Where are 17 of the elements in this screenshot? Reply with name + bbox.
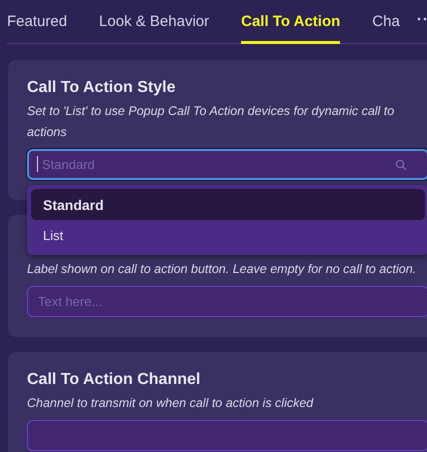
text-cursor xyxy=(37,156,38,172)
text-field[interactable] xyxy=(27,420,427,451)
search-field[interactable]: Standard xyxy=(27,149,427,180)
more-icon[interactable] xyxy=(417,17,427,21)
tab[interactable]: Look & Behavior xyxy=(99,0,210,43)
tab[interactable]: Featured xyxy=(7,0,68,43)
tab[interactable]: Call To Action xyxy=(241,0,340,43)
text-field[interactable]: Text here... xyxy=(27,286,427,317)
setting-description: Channel to transmit on when call to action is clicked xyxy=(27,395,314,412)
tab[interactable]: Cha xyxy=(372,0,400,43)
dropdown-option[interactable]: List xyxy=(31,220,425,251)
setting-description: Label shown on call to action button. Leave empty for no call to action. xyxy=(27,261,417,278)
setting-title: Call To Action Channel xyxy=(27,371,202,389)
dropdown-option[interactable]: Standard xyxy=(31,189,425,220)
setting-description: Set to 'List' to use Popup Call To Action devices for dynamic call to actions xyxy=(27,103,396,141)
search-icon xyxy=(395,159,407,171)
setting-title: Call To Action Style xyxy=(27,79,176,97)
